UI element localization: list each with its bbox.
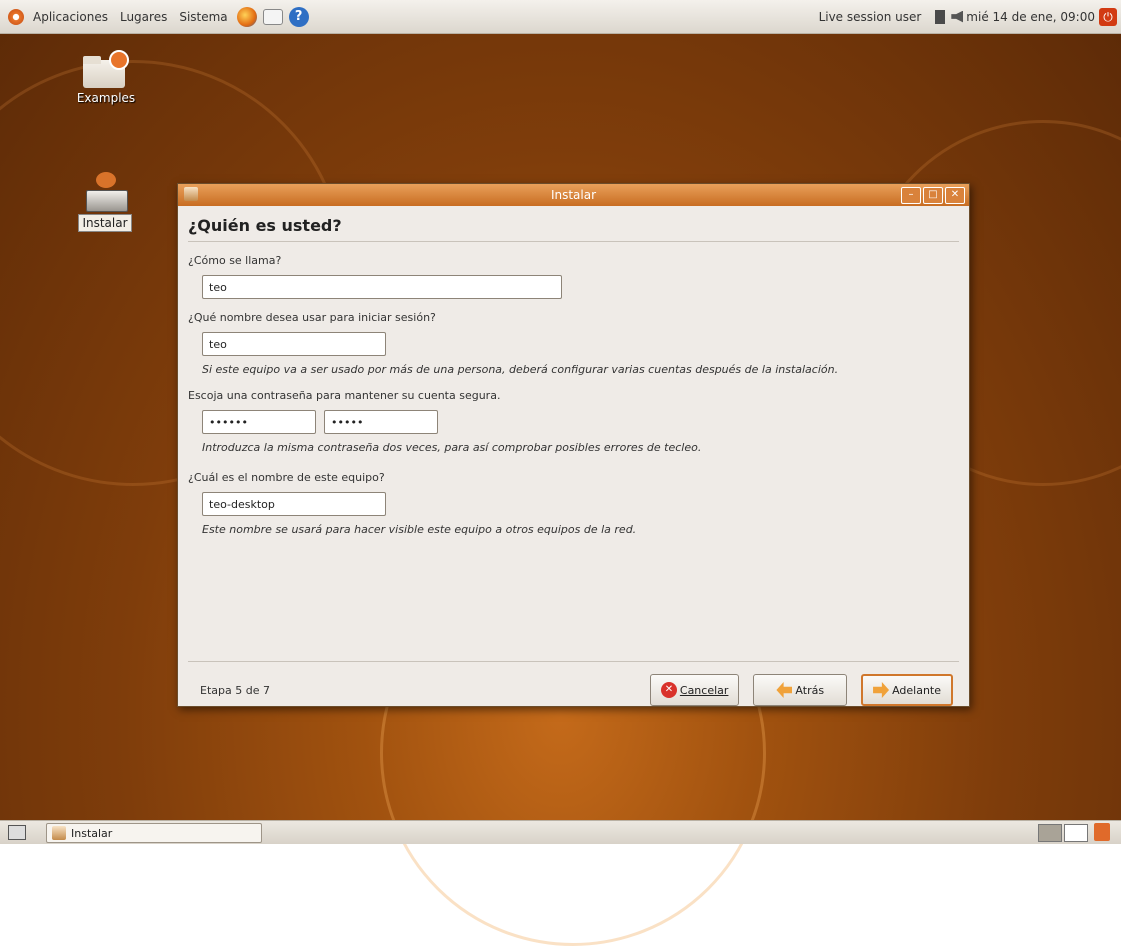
forward-button[interactable]: Adelante xyxy=(861,674,953,706)
footer-divider xyxy=(188,661,959,662)
arrow-left-icon xyxy=(776,682,793,698)
power-icon[interactable]: ⏻ xyxy=(1099,7,1117,26)
computer-name-label: ¿Cuál es el nombre de este equipo? xyxy=(188,471,385,484)
forward-button-label: Adelante xyxy=(892,683,941,697)
password-label: Escoja una contraseña para mantener su c… xyxy=(188,389,501,402)
window-footer: Etapa 5 de 7 ✕ Cancelar Atrás Adelante xyxy=(200,674,953,706)
volume-icon[interactable] xyxy=(951,10,964,23)
mail-icon[interactable] xyxy=(262,8,283,25)
page-title: ¿Quién es usted? xyxy=(188,206,959,242)
menu-system[interactable]: Sistema xyxy=(173,10,233,24)
login-field[interactable]: teo xyxy=(202,332,386,356)
computer-name-field[interactable]: teo-desktop xyxy=(202,492,386,516)
arrow-right-icon xyxy=(873,682,890,698)
cancel-button-label: Cancelar xyxy=(679,683,729,697)
workspace-active[interactable] xyxy=(1064,824,1088,842)
network-icon[interactable] xyxy=(935,9,946,24)
window-titlebar[interactable]: Instalar – □ ✕ xyxy=(178,184,969,206)
computer-name-hint: Este nombre se usará para hacer visible … xyxy=(202,523,637,536)
ubuntu-logo-icon[interactable] xyxy=(8,8,24,25)
trash-icon[interactable] xyxy=(1094,823,1110,841)
window-app-icon xyxy=(184,187,198,201)
desktop-icon-label: Examples xyxy=(76,91,136,105)
show-desktop-icon[interactable] xyxy=(8,825,26,840)
taskbar-item-label: Instalar xyxy=(71,826,113,840)
login-label: ¿Qué nombre desea usar para iniciar sesi… xyxy=(188,311,436,324)
top-panel: Aplicaciones Lugares Sistema ? Live sess… xyxy=(0,0,1121,34)
window-title: Instalar xyxy=(550,188,597,202)
step-indicator: Etapa 5 de 7 xyxy=(200,683,270,697)
bottom-panel: Instalar xyxy=(0,820,1121,844)
firefox-icon[interactable] xyxy=(236,6,257,27)
folder-icon xyxy=(83,50,129,90)
desktop-icon-instalar[interactable]: Instalar xyxy=(70,172,140,232)
maximize-button[interactable]: □ xyxy=(923,187,943,204)
workspace-switcher[interactable] xyxy=(1038,824,1062,842)
installer-icon xyxy=(82,172,128,214)
login-hint: Si este equipo va a ser usado por más de… xyxy=(202,363,839,376)
password-hint: Introduzca la misma contraseña dos veces… xyxy=(202,441,702,454)
installer-small-icon xyxy=(52,826,66,840)
password-field[interactable]: •••••• xyxy=(202,410,316,434)
session-user[interactable]: Live session user xyxy=(813,10,936,24)
menu-places[interactable]: Lugares xyxy=(114,10,173,24)
clock[interactable]: mié 14 de ene, 09:00 xyxy=(966,10,1099,24)
menu-applications[interactable]: Aplicaciones xyxy=(27,10,114,24)
name-field[interactable]: teo xyxy=(202,275,562,299)
taskbar-item-instalar[interactable]: Instalar xyxy=(46,823,262,843)
installer-window: Instalar – □ ✕ ¿Quién es usted? ¿Cómo se… xyxy=(177,183,970,707)
name-label: ¿Cómo se llama? xyxy=(188,254,282,267)
password-confirm-field[interactable]: ••••• xyxy=(324,410,438,434)
cancel-button[interactable]: ✕ Cancelar xyxy=(649,674,740,706)
back-button-label: Atrás xyxy=(795,683,825,697)
back-button[interactable]: Atrás xyxy=(753,674,848,706)
desktop-icon-examples[interactable]: Examples xyxy=(66,50,146,106)
close-button[interactable]: ✕ xyxy=(945,187,965,204)
desktop-icon-label: Instalar xyxy=(78,214,132,232)
cancel-icon: ✕ xyxy=(660,682,677,698)
window-content: ¿Quién es usted? ¿Cómo se llama? teo ¿Qu… xyxy=(178,206,969,706)
minimize-button[interactable]: – xyxy=(901,187,921,204)
help-icon[interactable]: ? xyxy=(288,6,309,27)
